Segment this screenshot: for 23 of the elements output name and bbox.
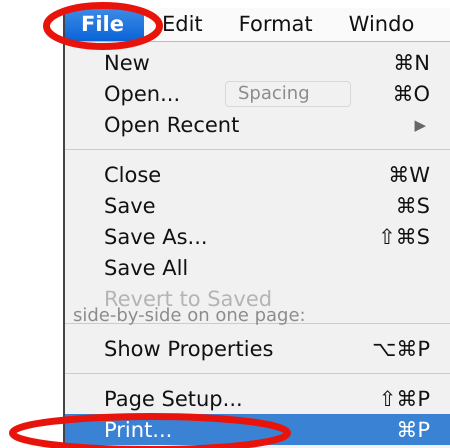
shortcut-label: ⌘O xyxy=(392,82,430,106)
submenu-arrow: ▶ xyxy=(414,116,427,134)
shortcut-label: ⌘P xyxy=(396,418,430,442)
menu-bar-item[interactable]: Edit xyxy=(144,8,221,41)
shortcut-label: ⇧⌘S xyxy=(378,224,430,248)
shortcut-label: ⌥⌘P xyxy=(372,336,430,360)
menu-bar-item[interactable]: Windo xyxy=(330,8,432,41)
menu-item[interactable]: Open Recent xyxy=(104,112,240,136)
menu-item[interactable]: New xyxy=(104,50,150,74)
spacing-field: Spacing xyxy=(225,81,351,107)
shortcut-label: ⌘W xyxy=(388,162,430,186)
background-caption: side-by-side on one page: xyxy=(73,305,306,326)
menu-item[interactable]: Open... xyxy=(104,82,180,106)
menu-item[interactable]: Page Setup... xyxy=(104,386,243,410)
menu-item[interactable]: Save xyxy=(104,194,156,218)
menu-item[interactable]: Save As... xyxy=(104,224,208,248)
shortcut-label: ⌘S xyxy=(396,194,430,218)
menu-item[interactable]: Close xyxy=(104,162,162,186)
menu-item[interactable]: Save All xyxy=(104,256,188,280)
menu-item[interactable]: Show Properties xyxy=(104,336,274,360)
menu-bar-item[interactable]: Format xyxy=(220,8,331,41)
shortcut-label: ⌘N xyxy=(393,50,430,74)
shortcut-label: ⇧⌘P xyxy=(378,386,430,410)
